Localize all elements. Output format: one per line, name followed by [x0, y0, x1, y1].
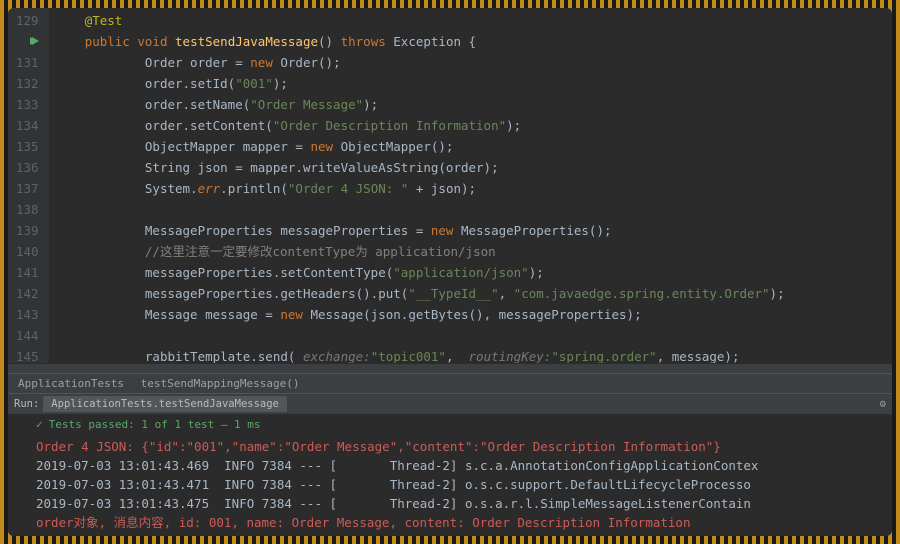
code-line[interactable]	[55, 325, 886, 346]
line-number: 129	[16, 10, 39, 31]
gear-icon[interactable]: ⚙	[880, 398, 886, 410]
line-number: 131	[16, 52, 39, 73]
line-number: 141	[16, 262, 39, 283]
run-tab[interactable]: ApplicationTests.testSendJavaMessage	[43, 396, 287, 412]
breadcrumb-item[interactable]: ApplicationTests	[18, 377, 124, 390]
line-number: 144	[16, 325, 39, 346]
line-number: 142	[16, 283, 39, 304]
console-output[interactable]: Order 4 JSON: {"id":"001","name":"Order …	[8, 435, 892, 536]
code-line[interactable]: @Test	[55, 10, 886, 31]
code-line[interactable]	[55, 199, 886, 220]
run-tabs: Run: ApplicationTests.testSendJavaMessag…	[8, 394, 892, 414]
line-number: 134	[16, 115, 39, 136]
line-number	[16, 31, 39, 52]
console-line: 2019-07-03 13:01:43.469 INFO 7384 --- [ …	[36, 456, 884, 475]
run-label: Run:	[14, 398, 39, 410]
code-line[interactable]: public void testSendJavaMessage() throws…	[55, 31, 886, 52]
ide-window: 1291311321331341351361371381391401411421…	[8, 8, 892, 536]
check-icon	[36, 418, 43, 431]
line-number: 138	[16, 199, 39, 220]
line-gutter: 1291311321331341351361371381391401411421…	[8, 8, 49, 363]
line-number: 145	[16, 346, 39, 363]
console-line: 2019-07-03 13:01:43.471 INFO 7384 --- [ …	[36, 475, 884, 494]
code-line[interactable]: order.setName("Order Message");	[55, 94, 886, 115]
run-test-icon[interactable]	[32, 37, 39, 45]
console-line: 2019-07-03 13:01:43.475 INFO 7384 --- [ …	[36, 494, 884, 513]
console-line: Order 4 JSON: {"id":"001","name":"Order …	[36, 437, 884, 456]
code-line[interactable]: ObjectMapper mapper = new ObjectMapper()…	[55, 136, 886, 157]
code-line[interactable]: MessageProperties messageProperties = ne…	[55, 220, 886, 241]
line-number: 133	[16, 94, 39, 115]
line-number: 135	[16, 136, 39, 157]
line-number: 137	[16, 178, 39, 199]
line-number: 132	[16, 73, 39, 94]
code-line[interactable]: rabbitTemplate.send( exchange:"topic001"…	[55, 346, 886, 363]
run-tool-window: Run: ApplicationTests.testSendJavaMessag…	[8, 393, 892, 536]
breadcrumbs: ApplicationTests testSendMappingMessage(…	[8, 373, 892, 393]
editor-scrollbar-horizontal[interactable]	[8, 363, 892, 373]
console-line: order对象, 消息内容, id: 001, name: Order Mess…	[36, 513, 884, 532]
code-line[interactable]: order.setContent("Order Description Info…	[55, 115, 886, 136]
code-line[interactable]: String json = mapper.writeValueAsString(…	[55, 157, 886, 178]
editor-area: 1291311321331341351361371381391401411421…	[8, 8, 892, 363]
line-number: 140	[16, 241, 39, 262]
code-line[interactable]: messageProperties.setContentType("applic…	[55, 262, 886, 283]
code-line[interactable]: Order order = new Order();	[55, 52, 886, 73]
code-line[interactable]: //这里注意一定要修改contentType为 application/json	[55, 241, 886, 262]
code-editor[interactable]: @Test public void testSendJavaMessage() …	[49, 8, 892, 363]
line-number: 139	[16, 220, 39, 241]
line-number: 136	[16, 157, 39, 178]
code-line[interactable]: order.setId("001");	[55, 73, 886, 94]
code-line[interactable]: messageProperties.getHeaders().put("__Ty…	[55, 283, 886, 304]
test-status-text: Tests passed: 1 of 1 test – 1 ms	[49, 418, 261, 431]
breadcrumb-item[interactable]: testSendMappingMessage()	[141, 377, 300, 390]
code-line[interactable]: System.err.println("Order 4 JSON: " + js…	[55, 178, 886, 199]
test-status: Tests passed: 1 of 1 test – 1 ms	[8, 414, 892, 435]
code-line[interactable]: Message message = new Message(json.getBy…	[55, 304, 886, 325]
line-number: 143	[16, 304, 39, 325]
